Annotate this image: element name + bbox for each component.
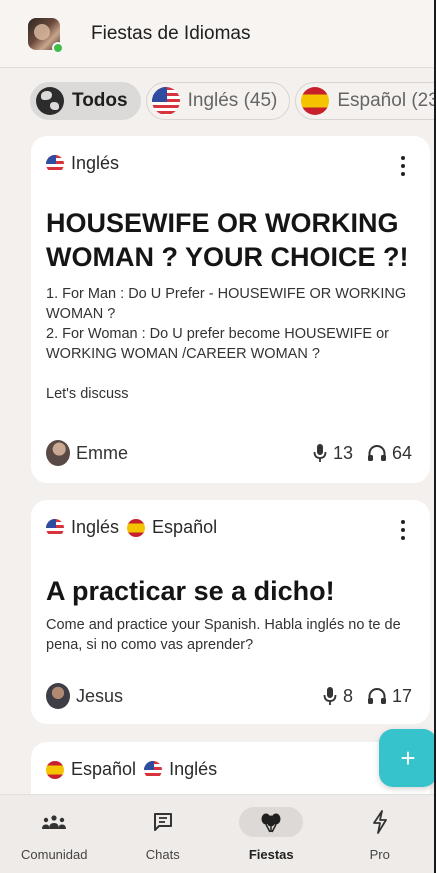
community-icon: [42, 815, 67, 829]
nav-item-comunidad[interactable]: Comunidad: [0, 795, 109, 873]
host-name[interactable]: Jesus: [76, 686, 123, 707]
nav-label: Chats: [145, 847, 180, 862]
more-options-icon[interactable]: [400, 156, 406, 178]
online-status-dot: [52, 41, 64, 54]
filter-chip-spanish[interactable]: Español (23): [295, 82, 434, 120]
card-stats: 8 17: [308, 686, 412, 707]
card-footer: Emme 13 64: [46, 439, 412, 467]
nav-item-chats[interactable]: Chats: [109, 795, 218, 873]
filter-chip-label: Inglés (45): [187, 90, 278, 111]
spain-flag-icon: [127, 518, 146, 537]
filter-chip-label: Todos: [72, 90, 128, 111]
listener-count: 17: [367, 686, 412, 707]
spain-flag-icon: [301, 87, 330, 115]
language-tag: Inglés: [144, 759, 217, 780]
language-label: Español: [152, 517, 218, 537]
nav-label: Comunidad: [21, 847, 88, 862]
nav-icon-container: [131, 807, 195, 837]
page-title: Fiestas de Idiomas: [91, 22, 251, 44]
filter-chip-label: Español (23): [337, 90, 434, 111]
top-bar: Fiestas de Idiomas: [0, 0, 434, 68]
us-flag-icon: [46, 154, 64, 173]
language-tag: Inglés: [46, 517, 119, 538]
headphones-icon: [367, 445, 386, 461]
party-icon: [261, 813, 281, 833]
plus-icon: +: [400, 742, 416, 773]
language-tag: Inglés: [46, 153, 119, 174]
listener-count-value: 64: [391, 442, 412, 463]
filter-chip-english[interactable]: Inglés (45): [145, 82, 291, 120]
speaker-count-value: 13: [332, 442, 353, 463]
language-label: Español: [71, 759, 137, 779]
us-flag-icon: [151, 87, 180, 115]
language-filter-bar: Todos Inglés (45) Español (23): [0, 80, 434, 122]
bottom-navigation: Comunidad Chats Fiestas Pro: [0, 794, 434, 873]
party-card[interactable]: Inglés Español A practicar se a dicho! C…: [31, 500, 430, 724]
listener-count-value: 17: [391, 685, 412, 706]
globe-icon: [36, 87, 64, 115]
language-tag: Español: [46, 759, 136, 780]
host-avatar[interactable]: [46, 683, 70, 709]
nav-icon-container: [22, 807, 86, 837]
create-party-button[interactable]: +: [379, 729, 434, 787]
nav-icon-container: [239, 807, 304, 837]
more-options-icon[interactable]: [400, 520, 406, 542]
nav-icon-container: [348, 807, 412, 837]
language-label: Inglés: [71, 517, 120, 537]
bolt-icon: [372, 810, 387, 834]
party-card[interactable]: Inglés HOUSEWIFE OR WORKING WOMAN ? YOUR…: [31, 136, 430, 483]
card-title: A practicar se a dicho!: [46, 576, 335, 606]
nav-item-fiestas[interactable]: Fiestas: [217, 795, 326, 873]
app-frame: Fiestas de Idiomas Todos Inglés (45) Esp…: [0, 0, 436, 873]
nav-label: Pro: [369, 847, 390, 862]
card-title: HOUSEWIFE OR WORKING WOMAN ? YOUR CHOICE…: [46, 208, 409, 272]
host-avatar[interactable]: [46, 440, 70, 466]
user-avatar-button[interactable]: [28, 17, 64, 54]
card-stats: 13 64: [298, 443, 412, 464]
card-footer: Jesus 8 17: [46, 682, 412, 710]
spain-flag-icon: [46, 760, 64, 779]
microphone-icon: [313, 444, 327, 462]
speaker-count-value: 8: [342, 685, 353, 706]
language-tag: Español: [127, 517, 217, 538]
filter-chip-all[interactable]: Todos: [30, 82, 141, 120]
language-label: Inglés: [71, 153, 120, 173]
card-description: Come and practice your Spanish. Habla in…: [46, 617, 401, 653]
us-flag-icon: [46, 518, 64, 537]
nav-item-pro[interactable]: Pro: [326, 795, 435, 873]
microphone-icon: [323, 687, 337, 705]
card-languages: Inglés: [46, 153, 127, 174]
language-label: Inglés: [169, 759, 218, 779]
chat-icon: [153, 813, 172, 831]
card-languages: Inglés Español: [46, 517, 225, 538]
card-languages: Español Inglés: [46, 759, 225, 780]
speaker-count: 8: [322, 686, 353, 707]
us-flag-icon: [144, 760, 163, 779]
listener-count: 64: [367, 443, 412, 464]
nav-label: Fiestas: [248, 847, 294, 862]
host-name[interactable]: Emme: [76, 443, 128, 464]
speaker-count: 13: [312, 443, 353, 464]
headphones-icon: [367, 688, 386, 704]
card-description: 1. For Man : Do U Prefer - HOUSEWIFE OR …: [46, 286, 407, 402]
